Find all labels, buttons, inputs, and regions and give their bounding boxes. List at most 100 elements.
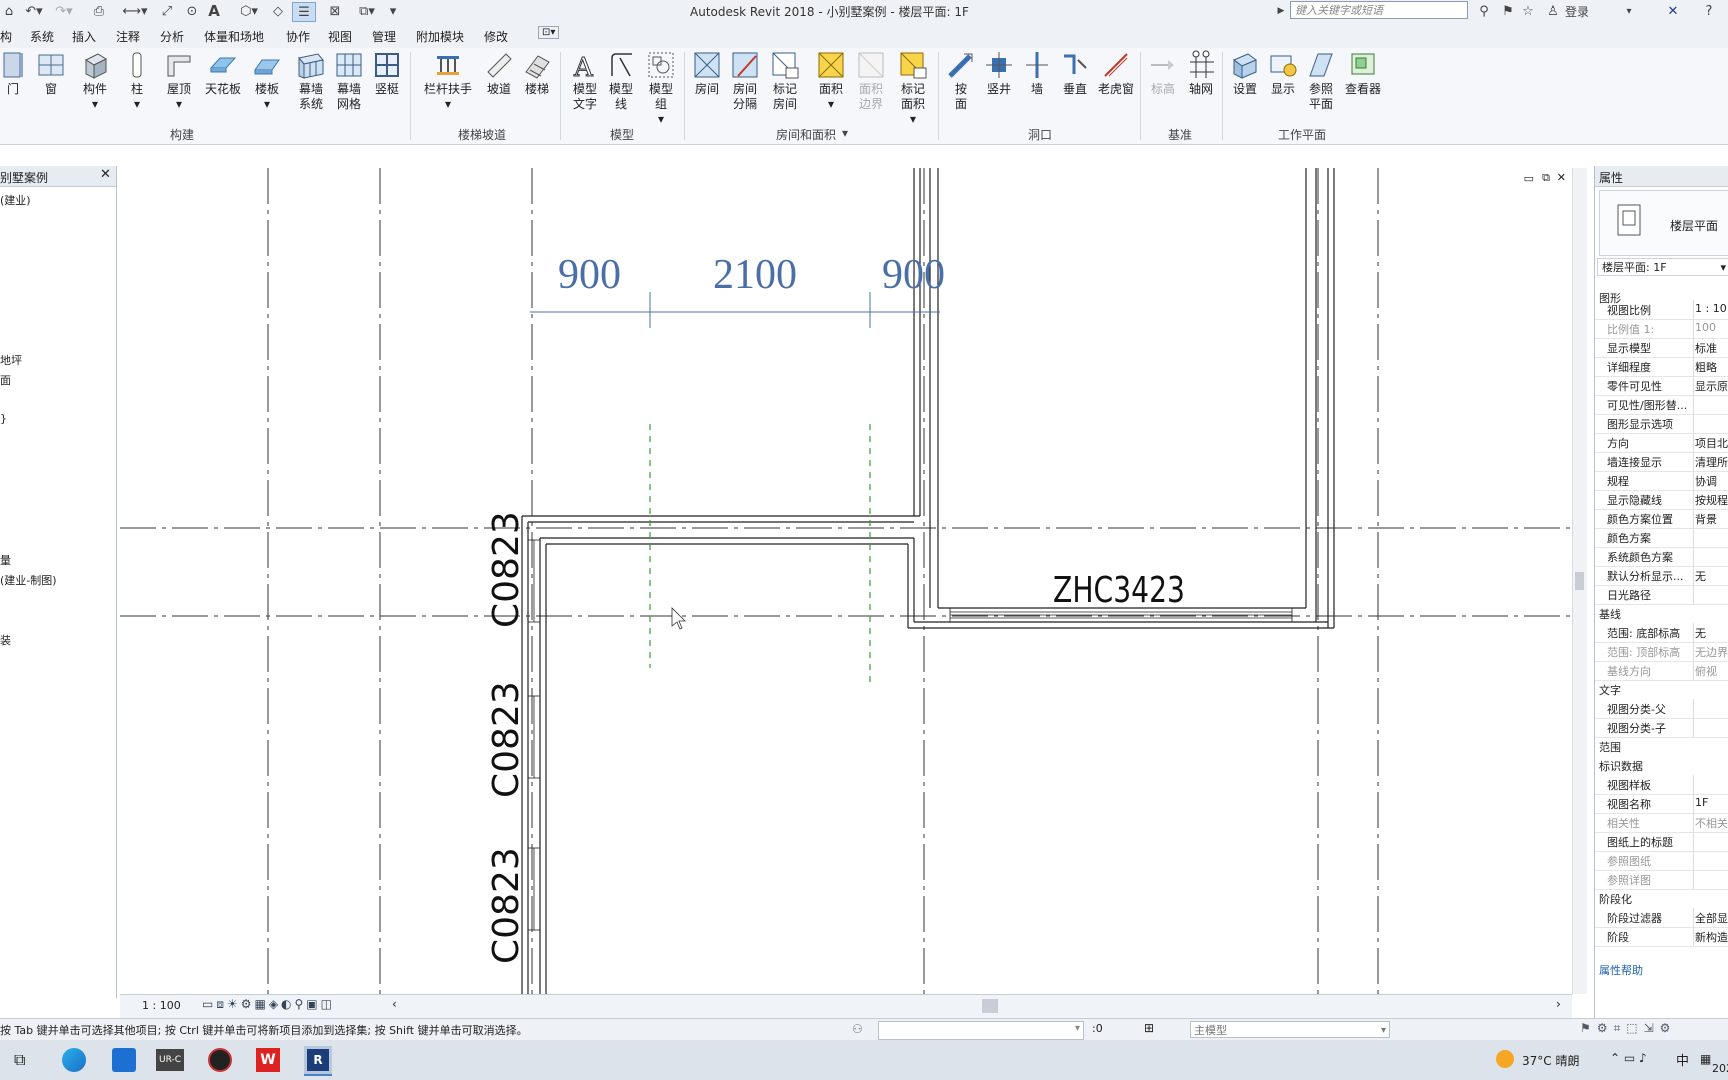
property-row[interactable]: 显示模型 标准 — [1595, 338, 1728, 358]
ramp-button[interactable]: 坡道 — [480, 50, 518, 97]
vertical-opening-button[interactable]: 垂直 — [1056, 50, 1094, 97]
model-group-button[interactable]: 模型组 ▾ — [642, 50, 680, 127]
room-separator-button[interactable]: 房间分隔 — [726, 50, 764, 112]
property-value[interactable]: 不相关 — [1695, 815, 1728, 831]
property-row[interactable]: 基线方向 俯视 — [1595, 661, 1728, 681]
customize-qa-icon[interactable]: ▾ — [386, 2, 400, 20]
property-row[interactable]: 视图名称 1F — [1595, 794, 1728, 814]
close-view-icon[interactable]: ✕ — [1557, 171, 1566, 184]
help-icon[interactable]: ? — [1700, 2, 1718, 20]
tab-addins[interactable]: 附加模块 — [416, 28, 464, 45]
windows-c0823[interactable] — [527, 539, 541, 931]
edge-icon[interactable] — [62, 1048, 86, 1072]
mullion-button[interactable]: 竖梃 — [368, 50, 406, 97]
tray-icons[interactable]: ⌃ ▭ ♪ — [1610, 1051, 1647, 1065]
tag-area-button[interactable]: 标记面积 ▾ — [894, 50, 932, 127]
revit-taskbar-icon[interactable]: R — [304, 1046, 332, 1076]
properties-help-link[interactable]: 属性帮助 — [1599, 962, 1643, 978]
clock-date[interactable]: 202 — [1712, 1062, 1728, 1075]
wps-icon[interactable]: W — [256, 1048, 280, 1072]
property-row[interactable]: 日光路径 — [1595, 585, 1728, 605]
dimension-text[interactable]: 900 — [882, 252, 945, 298]
switch-windows-icon[interactable]: ⧉▾ — [352, 2, 382, 20]
tree-item[interactable]: (建业-制图) — [0, 572, 57, 588]
floor-button[interactable]: 楼板 ▾ — [248, 50, 286, 112]
dormer-button[interactable]: 老虎窗 — [1094, 50, 1138, 97]
section-underlay[interactable]: 基线 — [1599, 606, 1621, 622]
view-scale[interactable]: 1 : 100 — [142, 999, 181, 1012]
scroll-right-icon[interactable]: › — [1556, 997, 1561, 1011]
viewer-button[interactable]: 查看器 — [1340, 50, 1386, 97]
print-icon[interactable]: ⎙ — [90, 2, 108, 20]
measure-icon[interactable]: ⟷▾ — [122, 2, 148, 20]
open-icon[interactable]: ⌂ — [2, 2, 16, 20]
property-value[interactable]: 项目北 — [1695, 435, 1728, 451]
section-identity[interactable]: 标识数据 — [1599, 758, 1643, 774]
window-tag[interactable]: C0823 — [486, 681, 527, 798]
tab-insert[interactable]: 插入 — [72, 28, 96, 45]
search-input[interactable]: 键入关键字或短语 — [1290, 1, 1468, 19]
by-face-button[interactable]: 按面 — [942, 50, 980, 112]
tree-item[interactable]: 量 — [0, 552, 11, 568]
property-row[interactable]: 方向 项目北 — [1595, 433, 1728, 453]
minimize-view-icon[interactable]: ▭ — [1524, 172, 1534, 185]
design-option-dropdown[interactable]: 主模型 ▾ — [1190, 1021, 1390, 1038]
property-row[interactable]: 范围: 顶部标高 无边界 — [1595, 642, 1728, 662]
door-button[interactable]: 门 — [0, 50, 32, 97]
dimension-text[interactable]: 2100 — [713, 252, 797, 298]
property-value[interactable]: 协调 — [1695, 473, 1728, 489]
tree-item[interactable]: (建业) — [0, 192, 31, 208]
area-boundary-button[interactable]: 面积边界 — [852, 50, 890, 112]
set-workplane-button[interactable]: 设置 — [1226, 50, 1264, 97]
design-options-icon[interactable]: ⊞ — [1144, 1021, 1154, 1035]
reference-plane-button[interactable]: 参照平面 — [1302, 50, 1340, 112]
property-value[interactable]: 新构造 — [1695, 929, 1728, 945]
area-button[interactable]: 面积 ▾ — [812, 50, 850, 112]
close-hidden-icon[interactable]: ⊠ — [324, 2, 346, 20]
tag-room-button[interactable]: 标记房间 — [766, 50, 804, 112]
property-value[interactable]: 按规程 — [1695, 492, 1728, 508]
property-row[interactable]: 墙连接显示 清理所 — [1595, 452, 1728, 472]
window-tag[interactable]: C0823 — [486, 511, 527, 628]
subscription-icon[interactable]: ⚑ — [1500, 2, 1516, 20]
model-text-button[interactable]: A 模型文字 — [566, 50, 604, 112]
instance-selector[interactable]: 楼层平面: 1F ▾ — [1597, 258, 1728, 276]
wall-opening-button[interactable]: 墙 — [1018, 50, 1056, 97]
thin-lines-icon[interactable]: ☰ — [292, 2, 316, 22]
window-tag[interactable]: ZHC3423 — [1053, 570, 1185, 611]
view-tools-icons[interactable]: ▭⧈☀⚙▦◈◐⚲▣◫ — [202, 997, 335, 1012]
component-button[interactable]: 构件 ▾ — [76, 50, 114, 112]
property-row[interactable]: 阶段过滤器 全部显 — [1595, 908, 1728, 928]
room-button[interactable]: 房间 — [688, 50, 726, 97]
binoculars-icon[interactable]: ⚲ — [1476, 2, 1492, 20]
dimension-text[interactable]: 900 — [558, 252, 621, 298]
undo-icon[interactable]: ↶▾ — [22, 2, 46, 20]
property-row[interactable]: 图形显示选项 — [1595, 414, 1728, 434]
workset-dropdown[interactable]: ▾ — [878, 1021, 1084, 1040]
dimension-icon[interactable]: ⤢ — [158, 2, 176, 20]
grid-button[interactable]: 轴网 — [1182, 50, 1220, 97]
section-icon[interactable]: ◇ — [270, 2, 286, 20]
restore-view-icon[interactable]: ⧉ — [1542, 171, 1550, 185]
3d-view-icon[interactable]: ⬡▾ — [236, 2, 262, 20]
show-workplane-button[interactable]: 显示 — [1264, 50, 1302, 97]
tab-annotate[interactable]: 注释 — [116, 28, 140, 45]
property-value[interactable]: 1F — [1695, 796, 1728, 809]
recorder-icon[interactable] — [208, 1048, 232, 1072]
text-icon[interactable]: A — [206, 2, 222, 20]
shaft-button[interactable]: 竖井 — [980, 50, 1018, 97]
property-row[interactable]: 显示隐藏线 按规程 — [1595, 490, 1728, 510]
window-tag[interactable]: C0823 — [486, 847, 527, 964]
floor-plan[interactable]: 900 2100 900 C0823 C0823 C0823 ZHC3423 — [120, 168, 1572, 994]
tab-view[interactable]: 视图 — [328, 28, 352, 45]
property-value[interactable]: 标准 — [1695, 340, 1728, 356]
section-extents[interactable]: 范围 — [1599, 739, 1621, 755]
property-value[interactable]: 显示原 — [1695, 378, 1728, 394]
tree-item[interactable]: 面 — [0, 372, 11, 388]
roof-button[interactable]: 屋顶 ▾ — [160, 50, 198, 112]
worksets-icon[interactable]: ⚇ — [852, 1022, 863, 1036]
property-row[interactable]: 详细程度 粗略 — [1595, 357, 1728, 377]
drawing-canvas[interactable]: 900 2100 900 C0823 C0823 C0823 ZHC3423 ▭… — [120, 168, 1572, 994]
property-row[interactable]: 颜色方案位置 背景 — [1595, 509, 1728, 529]
tree-item[interactable]: } — [0, 412, 7, 425]
